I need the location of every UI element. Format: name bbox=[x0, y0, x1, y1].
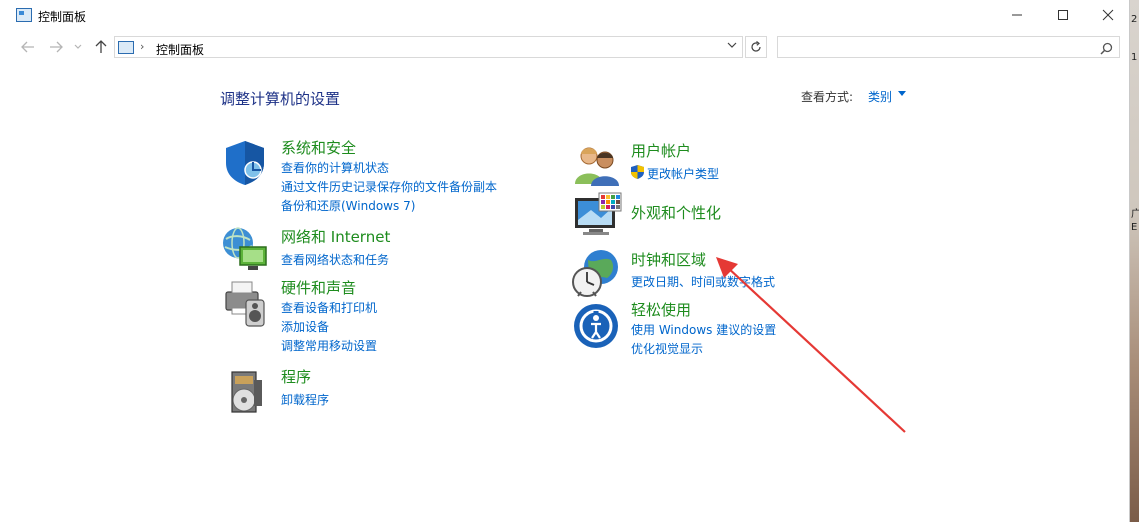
back-button[interactable] bbox=[19, 39, 37, 55]
shield-icon[interactable] bbox=[220, 138, 270, 188]
category-title-hardware-sound[interactable]: 硬件和声音 bbox=[281, 277, 356, 298]
link-file-history-backup[interactable]: 通过文件历史记录保存你的文件备份副本 bbox=[281, 178, 497, 195]
category-title-clock-region[interactable]: 时钟和区域 bbox=[631, 249, 706, 270]
link-change-date-time-format[interactable]: 更改日期、时间或数字格式 bbox=[631, 273, 775, 290]
link-network-status[interactable]: 查看网络状态和任务 bbox=[281, 251, 389, 268]
address-history-dropdown[interactable] bbox=[727, 41, 737, 52]
link-view-computer-status[interactable]: 查看你的计算机状态 bbox=[281, 159, 389, 176]
clock-globe-icon[interactable] bbox=[571, 248, 621, 298]
address-bar[interactable]: › 控制面板 bbox=[114, 36, 743, 58]
link-uninstall-program[interactable]: 卸载程序 bbox=[281, 391, 329, 408]
refresh-icon bbox=[751, 41, 761, 52]
search-input[interactable] bbox=[777, 36, 1120, 58]
breadcrumb-control-panel[interactable]: 控制面板 bbox=[156, 41, 204, 58]
category-title-user-accounts[interactable]: 用户帐户 bbox=[631, 140, 691, 161]
link-windows-recommended-settings[interactable]: 使用 Windows 建议的设置 bbox=[631, 321, 776, 338]
window-title: 控制面板 bbox=[38, 10, 87, 24]
up-button[interactable] bbox=[92, 39, 110, 55]
arrow-left-icon bbox=[21, 41, 34, 53]
link-optimize-visual-display[interactable]: 优化视觉显示 bbox=[631, 340, 703, 357]
link-devices-printers[interactable]: 查看设备和打印机 bbox=[281, 299, 377, 316]
monitor-palette-icon[interactable] bbox=[573, 192, 623, 242]
view-by-dropdown[interactable]: 类别 bbox=[868, 88, 892, 105]
arrow-up-icon bbox=[95, 40, 107, 53]
category-title-network-internet[interactable]: 网络和 Internet bbox=[281, 226, 390, 247]
forward-button[interactable] bbox=[47, 39, 65, 55]
desktop-text: 2 bbox=[1131, 14, 1138, 25]
maximize-icon bbox=[1058, 10, 1068, 20]
category-title-programs[interactable]: 程序 bbox=[281, 366, 311, 387]
uac-shield-icon bbox=[631, 165, 644, 179]
category-title-appearance[interactable]: 外观和个性化 bbox=[631, 202, 721, 223]
refresh-button[interactable] bbox=[745, 36, 767, 58]
search-icon bbox=[1100, 40, 1113, 59]
control-panel-small-icon bbox=[118, 41, 134, 54]
category-title-system-security[interactable]: 系统和安全 bbox=[281, 137, 356, 158]
desktop-text: 1 bbox=[1131, 52, 1138, 63]
chevron-down-icon bbox=[74, 44, 82, 49]
printer-speaker-icon[interactable] bbox=[220, 278, 270, 328]
navigation-bar: › 控制面板 bbox=[0, 34, 1129, 60]
control-panel-window: 控制面板 › 控制面板 调整计算机的设置 查看方式: 类别 系统和安全 查看你的… bbox=[0, 0, 1130, 522]
desktop-text: E bbox=[1131, 222, 1138, 233]
arrow-right-icon bbox=[50, 41, 63, 53]
ease-of-access-icon[interactable] bbox=[572, 302, 622, 352]
page-title: 调整计算机的设置 bbox=[220, 90, 341, 108]
control-panel-app-icon bbox=[16, 8, 32, 22]
minimize-icon bbox=[1012, 14, 1022, 16]
link-backup-restore[interactable]: 备份和还原(Windows 7) bbox=[281, 197, 415, 214]
users-icon[interactable] bbox=[572, 140, 622, 190]
recent-locations-button[interactable] bbox=[72, 39, 84, 55]
close-icon bbox=[1102, 9, 1114, 21]
chevron-down-icon bbox=[727, 42, 737, 48]
link-change-account-type[interactable]: 更改帐户类型 bbox=[647, 165, 719, 182]
maximize-button[interactable] bbox=[1040, 0, 1086, 30]
view-by-label: 查看方式: bbox=[801, 90, 854, 104]
close-button[interactable] bbox=[1085, 0, 1131, 30]
dropdown-triangle-icon[interactable] bbox=[898, 91, 906, 96]
category-title-ease-of-access[interactable]: 轻松使用 bbox=[631, 299, 691, 320]
breadcrumb-separator: › bbox=[140, 40, 145, 53]
desktop-background-strip bbox=[1129, 0, 1139, 522]
minimize-button[interactable] bbox=[994, 0, 1040, 30]
network-globe-icon[interactable] bbox=[220, 225, 270, 275]
desktop-text: 广 bbox=[1131, 209, 1139, 220]
link-add-device[interactable]: 添加设备 bbox=[281, 318, 329, 335]
link-mobility-settings[interactable]: 调整常用移动设置 bbox=[281, 337, 377, 354]
programs-disc-icon[interactable] bbox=[222, 366, 272, 416]
title-bar[interactable]: 控制面板 bbox=[0, 0, 1129, 32]
